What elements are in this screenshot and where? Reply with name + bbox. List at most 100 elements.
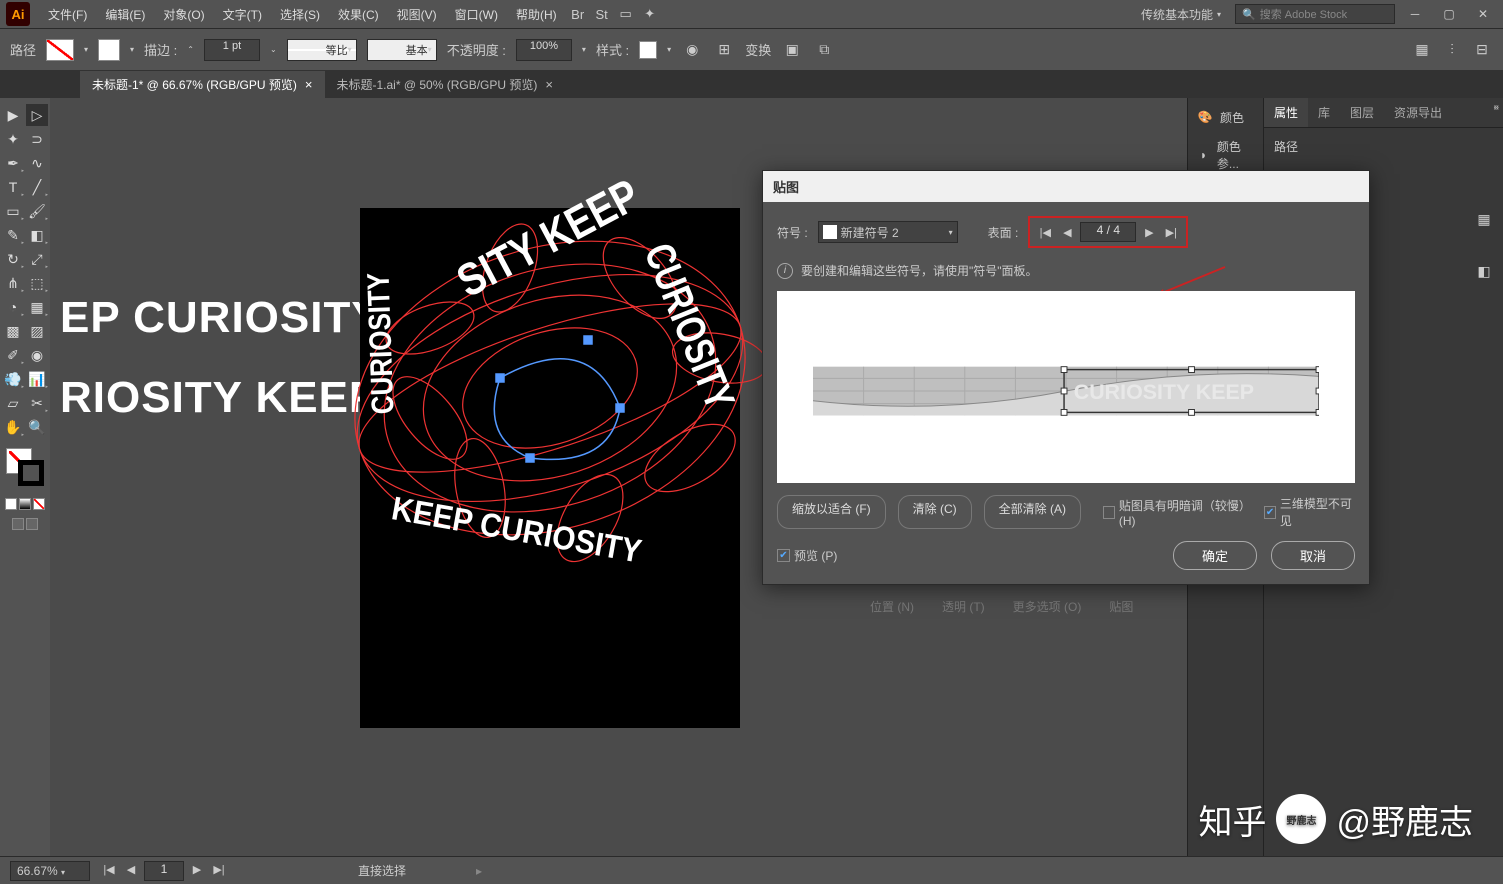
paintbrush-tool[interactable]: 🖌▸ xyxy=(26,200,48,222)
panel-tab-libraries[interactable]: 库 xyxy=(1308,98,1340,127)
zoom-select[interactable]: 66.67% ▾ xyxy=(10,861,90,881)
map-preview[interactable]: CURIOSITY KEEP xyxy=(777,291,1355,483)
gpu-icon[interactable]: ✦ xyxy=(639,3,661,25)
isolate-icon[interactable]: ▣ xyxy=(781,39,803,61)
gradient-tool[interactable]: ▨ xyxy=(26,320,48,342)
dock-color[interactable]: 🎨颜色 xyxy=(1188,102,1263,132)
fill-stroke-indicator[interactable] xyxy=(6,448,44,486)
ok-button[interactable]: 确定 xyxy=(1173,541,1257,570)
selection-tool[interactable]: ▶ xyxy=(2,104,24,126)
shade-checkbox[interactable]: 贴图具有明暗调（较慢）(H) xyxy=(1103,495,1252,529)
search-stock[interactable]: 🔍搜索 Adobe Stock xyxy=(1235,4,1395,24)
fill-swatch[interactable] xyxy=(46,39,74,61)
invisible-geometry-checkbox[interactable]: ✔三维模型不可见 xyxy=(1264,495,1355,529)
settings-icon[interactable]: ⊟ xyxy=(1471,39,1493,61)
brush-select[interactable]: 基本 ▾ xyxy=(367,39,437,61)
rectangle-tool[interactable]: ▭▸ xyxy=(2,200,24,222)
bridge-icon[interactable]: Br xyxy=(567,3,589,25)
pen-tool[interactable]: ✒▸ xyxy=(2,152,24,174)
transform-link[interactable]: 变换 xyxy=(745,40,771,59)
shape-builder-tool[interactable]: ◔▸ xyxy=(2,296,24,318)
panel-tab-export[interactable]: 资源导出 xyxy=(1384,98,1452,127)
next-artboard-button[interactable]: ▶ xyxy=(188,861,206,879)
stroke-swatch[interactable] xyxy=(98,39,120,61)
scale-to-fit-button[interactable]: 缩放以适合 (F) xyxy=(777,495,886,529)
mesh-tool[interactable]: ▩ xyxy=(2,320,24,342)
cancel-button[interactable]: 取消 xyxy=(1271,541,1355,570)
stroke-decrease[interactable]: ⌃ xyxy=(187,45,194,54)
stroke-profile-select[interactable]: 等比 ▾ xyxy=(287,39,357,61)
menu-help[interactable]: 帮助(H) xyxy=(508,2,565,27)
column-graph-tool[interactable]: 📊▸ xyxy=(26,368,48,390)
magic-wand-tool[interactable]: ✦ xyxy=(2,128,24,150)
menu-file[interactable]: 文件(F) xyxy=(40,2,95,27)
preview-checkbox[interactable]: ✔预览 (P) xyxy=(777,547,837,564)
scale-tool[interactable]: ⤢▸ xyxy=(26,248,48,270)
next-surface-button[interactable]: ▶ xyxy=(1140,223,1158,241)
scroll-indicator[interactable]: ▸ xyxy=(476,864,482,878)
free-transform-tool[interactable]: ⬚▸ xyxy=(26,272,48,294)
recolor-icon[interactable]: ◉ xyxy=(681,39,703,61)
opacity-input[interactable]: 100% xyxy=(516,39,572,61)
symbol-select[interactable]: 新建符号 2▾ xyxy=(818,221,958,243)
stroke-increase[interactable]: ⌄ xyxy=(270,45,277,54)
prev-surface-button[interactable]: ◀ xyxy=(1058,223,1076,241)
close-icon[interactable]: × xyxy=(545,77,553,92)
clear-all-button[interactable]: 全部清除 (A) xyxy=(984,495,1081,529)
essentials-icon[interactable]: ▦ xyxy=(1411,39,1433,61)
window-maximize[interactable]: ▢ xyxy=(1435,4,1463,24)
collapse-icon[interactable]: » xyxy=(1493,102,1499,113)
eyedropper-tool[interactable]: ✐▸ xyxy=(2,344,24,366)
menu-object[interactable]: 对象(O) xyxy=(155,2,212,27)
align-icon[interactable]: ⊞ xyxy=(713,39,735,61)
style-swatch[interactable] xyxy=(639,41,657,59)
surface-input[interactable]: 4 / 4 xyxy=(1080,222,1136,242)
panel-icon-2[interactable]: ◧ xyxy=(1473,260,1495,282)
zoom-tool[interactable]: 🔍 xyxy=(26,416,48,438)
line-tool[interactable]: ╱▸ xyxy=(26,176,48,198)
crop-icon[interactable]: ⧉ xyxy=(813,39,835,61)
arrange-icon[interactable]: ▭ xyxy=(615,3,637,25)
menu-select[interactable]: 选择(S) xyxy=(272,2,328,27)
clear-button[interactable]: 清除 (C) xyxy=(898,495,972,529)
first-surface-button[interactable]: |◀ xyxy=(1036,223,1054,241)
shaper-tool[interactable]: ✎▸ xyxy=(2,224,24,246)
menu-view[interactable]: 视图(V) xyxy=(389,2,445,27)
document-tab-1[interactable]: 未标题-1* @ 66.67% (RGB/GPU 预览)× xyxy=(80,71,325,98)
panel-tab-properties[interactable]: 属性 xyxy=(1264,98,1308,127)
type-tool[interactable]: T▸ xyxy=(2,176,24,198)
rotate-tool[interactable]: ↻▸ xyxy=(2,248,24,270)
last-artboard-button[interactable]: ▶| xyxy=(210,861,228,879)
last-surface-button[interactable]: ▶| xyxy=(1162,223,1180,241)
screen-mode-switches[interactable] xyxy=(2,518,48,530)
prev-artboard-button[interactable]: ◀ xyxy=(122,861,140,879)
direct-selection-tool[interactable]: ▷ xyxy=(26,104,48,126)
window-close[interactable]: ✕ xyxy=(1469,4,1497,24)
menu-effect[interactable]: 效果(C) xyxy=(330,2,387,27)
curvature-tool[interactable]: ∿ xyxy=(26,152,48,174)
stroke-weight-input[interactable]: 1 pt xyxy=(204,39,260,61)
perspective-grid-tool[interactable]: ▦▸ xyxy=(26,296,48,318)
workspace-switcher[interactable]: 传统基本功能▾ xyxy=(1133,4,1229,25)
hand-tool[interactable]: ✋▸ xyxy=(2,416,24,438)
window-minimize[interactable]: ─ xyxy=(1401,4,1429,24)
symbol-sprayer-tool[interactable]: 💨▸ xyxy=(2,368,24,390)
menu-edit[interactable]: 编辑(E) xyxy=(97,2,153,27)
color-mode-switches[interactable] xyxy=(2,498,48,510)
artboard-tool[interactable]: ▱ xyxy=(2,392,24,414)
artboard-input[interactable]: 1 xyxy=(144,861,184,881)
close-icon[interactable]: × xyxy=(305,77,313,92)
slice-tool[interactable]: ✂▸ xyxy=(26,392,48,414)
blend-tool[interactable]: ◉ xyxy=(26,344,48,366)
lasso-tool[interactable]: ⊃ xyxy=(26,128,48,150)
columns-icon[interactable]: ⫶ xyxy=(1441,39,1463,61)
panel-icon-1[interactable]: ▦ xyxy=(1473,208,1495,230)
stock-icon[interactable]: St xyxy=(591,3,613,25)
width-tool[interactable]: ⋔▸ xyxy=(2,272,24,294)
eraser-tool[interactable]: ◧▸ xyxy=(26,224,48,246)
panel-tab-layers[interactable]: 图层 xyxy=(1340,98,1384,127)
menu-type[interactable]: 文字(T) xyxy=(215,2,270,27)
first-artboard-button[interactable]: |◀ xyxy=(100,861,118,879)
document-tab-2[interactable]: 未标题-1.ai* @ 50% (RGB/GPU 预览)× xyxy=(325,71,565,98)
menu-window[interactable]: 窗口(W) xyxy=(447,2,506,27)
